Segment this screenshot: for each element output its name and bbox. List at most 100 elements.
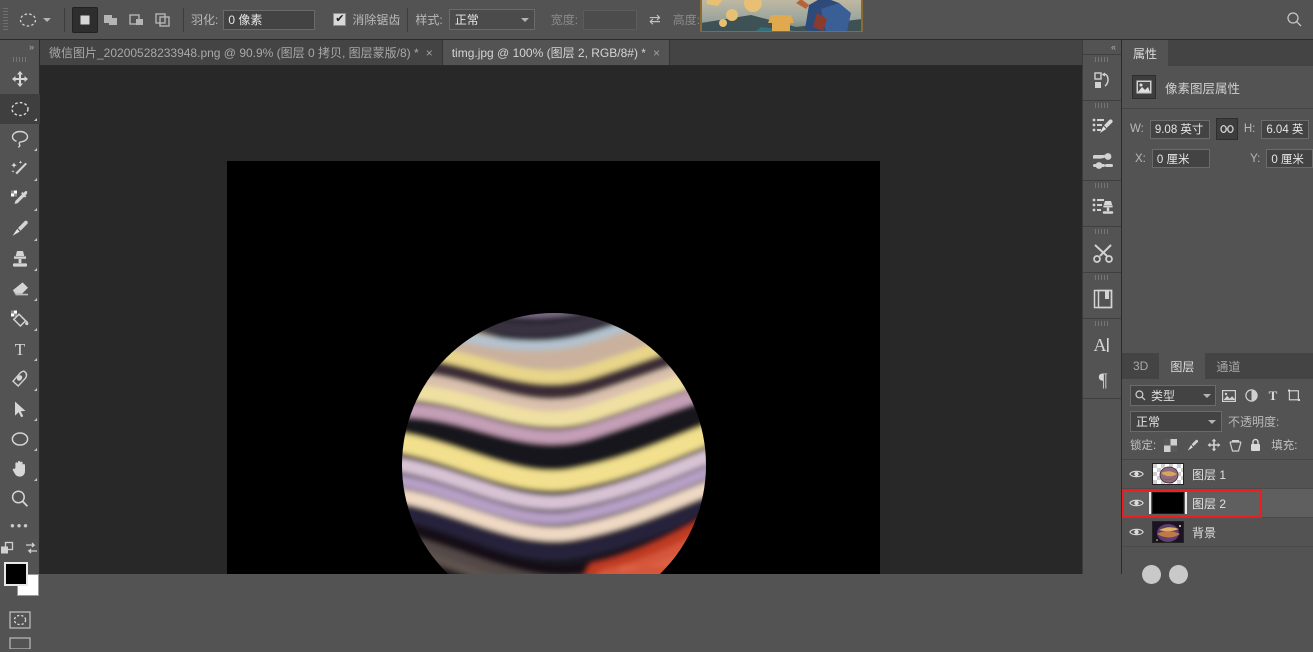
more-tools-button[interactable]: •••	[0, 514, 40, 536]
image-lock-icon[interactable]	[1185, 439, 1199, 452]
close-icon[interactable]: ×	[426, 47, 433, 59]
pen-tool[interactable]	[0, 364, 40, 394]
link-dimensions-button[interactable]	[1215, 118, 1238, 140]
rail-collapse-button[interactable]: «	[1083, 40, 1121, 54]
document-tab-1[interactable]: timg.jpg @ 100% (图层 2, RGB/8#) * ×	[442, 40, 670, 65]
options-bar-grip[interactable]	[3, 7, 8, 32]
type-tool[interactable]: T	[0, 334, 40, 364]
layer-visibility-toggle[interactable]	[1128, 527, 1144, 537]
divider	[407, 7, 409, 32]
ellipse-shape-tool[interactable]	[0, 424, 40, 454]
style-select[interactable]: 正常	[448, 9, 535, 30]
y-label: Y:	[1250, 152, 1261, 165]
table-row[interactable]: 背景	[1122, 518, 1313, 547]
screen-mode-icon[interactable]	[24, 541, 39, 556]
history-panel-button[interactable]	[1083, 64, 1123, 98]
edit-toolbar-icon[interactable]	[0, 541, 15, 556]
height-field[interactable]: 6.04 英	[1261, 119, 1310, 139]
artboard-lock-icon[interactable]	[1229, 439, 1242, 452]
eyedropper-tool[interactable]	[0, 184, 40, 214]
width-input[interactable]	[583, 9, 638, 30]
table-row[interactable]: 图层 2	[1122, 489, 1313, 518]
brush-tool[interactable]	[0, 214, 40, 244]
tool-presets-button[interactable]	[1083, 236, 1123, 270]
move-tool[interactable]	[0, 64, 40, 94]
clone-stamp-tool[interactable]	[0, 244, 40, 274]
flyout-corner-icon	[34, 478, 37, 481]
x-field[interactable]: 0 厘米	[1151, 149, 1211, 168]
stamp-icon	[13, 251, 27, 267]
intersect-with-selection-button[interactable]	[150, 7, 176, 33]
layer-comps-button[interactable]	[1083, 282, 1123, 316]
canvas-workspace[interactable]	[40, 66, 1082, 574]
search-button[interactable]	[1286, 11, 1303, 31]
path-selection-tool[interactable]	[0, 394, 40, 424]
swap-arrows-icon[interactable]: ⇄	[649, 11, 661, 28]
zoom-tool[interactable]	[0, 484, 40, 514]
position-lock-icon[interactable]	[1207, 438, 1221, 452]
rail-grip[interactable]	[1083, 55, 1121, 64]
image-filter-icon[interactable]	[1222, 389, 1236, 402]
hand-tool[interactable]	[0, 454, 40, 484]
layer-visibility-toggle[interactable]	[1128, 498, 1144, 508]
tab-3d-label: 3D	[1133, 359, 1149, 373]
layer-filter-select[interactable]: 类型	[1130, 385, 1216, 406]
brush-presets-button[interactable]	[1083, 110, 1123, 144]
adjustment-filter-icon[interactable]	[1245, 389, 1258, 402]
transparency-lock-icon[interactable]	[1164, 438, 1178, 452]
table-row[interactable]: 图层 1	[1122, 460, 1313, 489]
toolbar-grip[interactable]	[0, 54, 39, 64]
width-label: 宽度:	[550, 13, 579, 27]
quick-selection-tool[interactable]	[0, 154, 40, 184]
subtract-from-selection-button[interactable]	[124, 7, 150, 33]
options-bar: 羽化: 0 像素 ✔ 消除锯齿 样式: 正常 宽度: ⇄ 高度:	[0, 0, 1313, 40]
eye-icon	[1128, 499, 1144, 507]
style-value: 正常	[454, 13, 479, 27]
tab-channels[interactable]: 通道	[1205, 353, 1252, 379]
eraser-tool[interactable]	[0, 274, 40, 304]
shape-filter-icon[interactable]	[1288, 389, 1300, 402]
width-field[interactable]: 9.08 英寸	[1149, 119, 1210, 139]
layer-thumbnail[interactable]	[1152, 463, 1184, 485]
layer-visibility-toggle[interactable]	[1128, 469, 1144, 479]
height-label: 高度:	[672, 13, 701, 27]
feather-input[interactable]: 0 像素	[223, 9, 316, 30]
quick-mask-button[interactable]	[0, 606, 40, 634]
rail-grip[interactable]	[1083, 273, 1121, 282]
new-selection-button[interactable]	[72, 6, 98, 33]
tab-properties[interactable]: 属性	[1122, 40, 1169, 66]
elliptical-marquee-tool[interactable]	[0, 94, 40, 124]
brush-settings-button[interactable]	[1083, 144, 1123, 178]
tool-preset-picker[interactable]	[12, 4, 57, 36]
layer-thumbnail[interactable]	[1149, 492, 1187, 514]
tab-layers[interactable]: 图层	[1159, 353, 1206, 379]
y-field[interactable]: 0 厘米	[1266, 149, 1313, 168]
character-panel-button[interactable]: A	[1083, 328, 1123, 362]
screen-mode-toggle[interactable]	[0, 634, 40, 652]
layer-style-button[interactable]	[1169, 565, 1188, 584]
rail-grip[interactable]	[1083, 101, 1121, 110]
paragraph-panel-button[interactable]: ¶	[1083, 362, 1123, 396]
lasso-tool[interactable]	[0, 124, 40, 154]
rail-grip[interactable]	[1083, 319, 1121, 328]
layer-filter-value: 类型	[1151, 389, 1176, 403]
document-canvas[interactable]	[227, 161, 880, 574]
blend-mode-select[interactable]: 正常	[1130, 411, 1222, 432]
document-tab-0[interactable]: 微信图片_20200528233948.png @ 90.9% (图层 0 拷贝…	[40, 40, 443, 65]
toolbar-collapse-button[interactable]: »	[0, 40, 39, 54]
layer-thumbnail[interactable]	[1152, 521, 1184, 543]
text-t-icon: T	[15, 340, 26, 358]
paint-bucket-tool[interactable]	[0, 304, 40, 334]
add-to-selection-button[interactable]	[98, 7, 124, 33]
rail-grip[interactable]	[1083, 227, 1121, 236]
rail-grip[interactable]	[1083, 181, 1121, 190]
close-icon[interactable]: ×	[653, 47, 660, 59]
all-lock-icon[interactable]	[1250, 438, 1261, 452]
foreground-color-swatch[interactable]	[4, 562, 28, 586]
link-chain-icon	[1220, 124, 1234, 134]
clone-source-button[interactable]	[1083, 190, 1123, 224]
antialias-checkbox[interactable]: ✔	[333, 13, 347, 26]
tab-3d[interactable]: 3D	[1122, 353, 1160, 379]
type-filter-icon[interactable]: T	[1267, 389, 1279, 402]
link-layers-button[interactable]	[1142, 565, 1161, 584]
